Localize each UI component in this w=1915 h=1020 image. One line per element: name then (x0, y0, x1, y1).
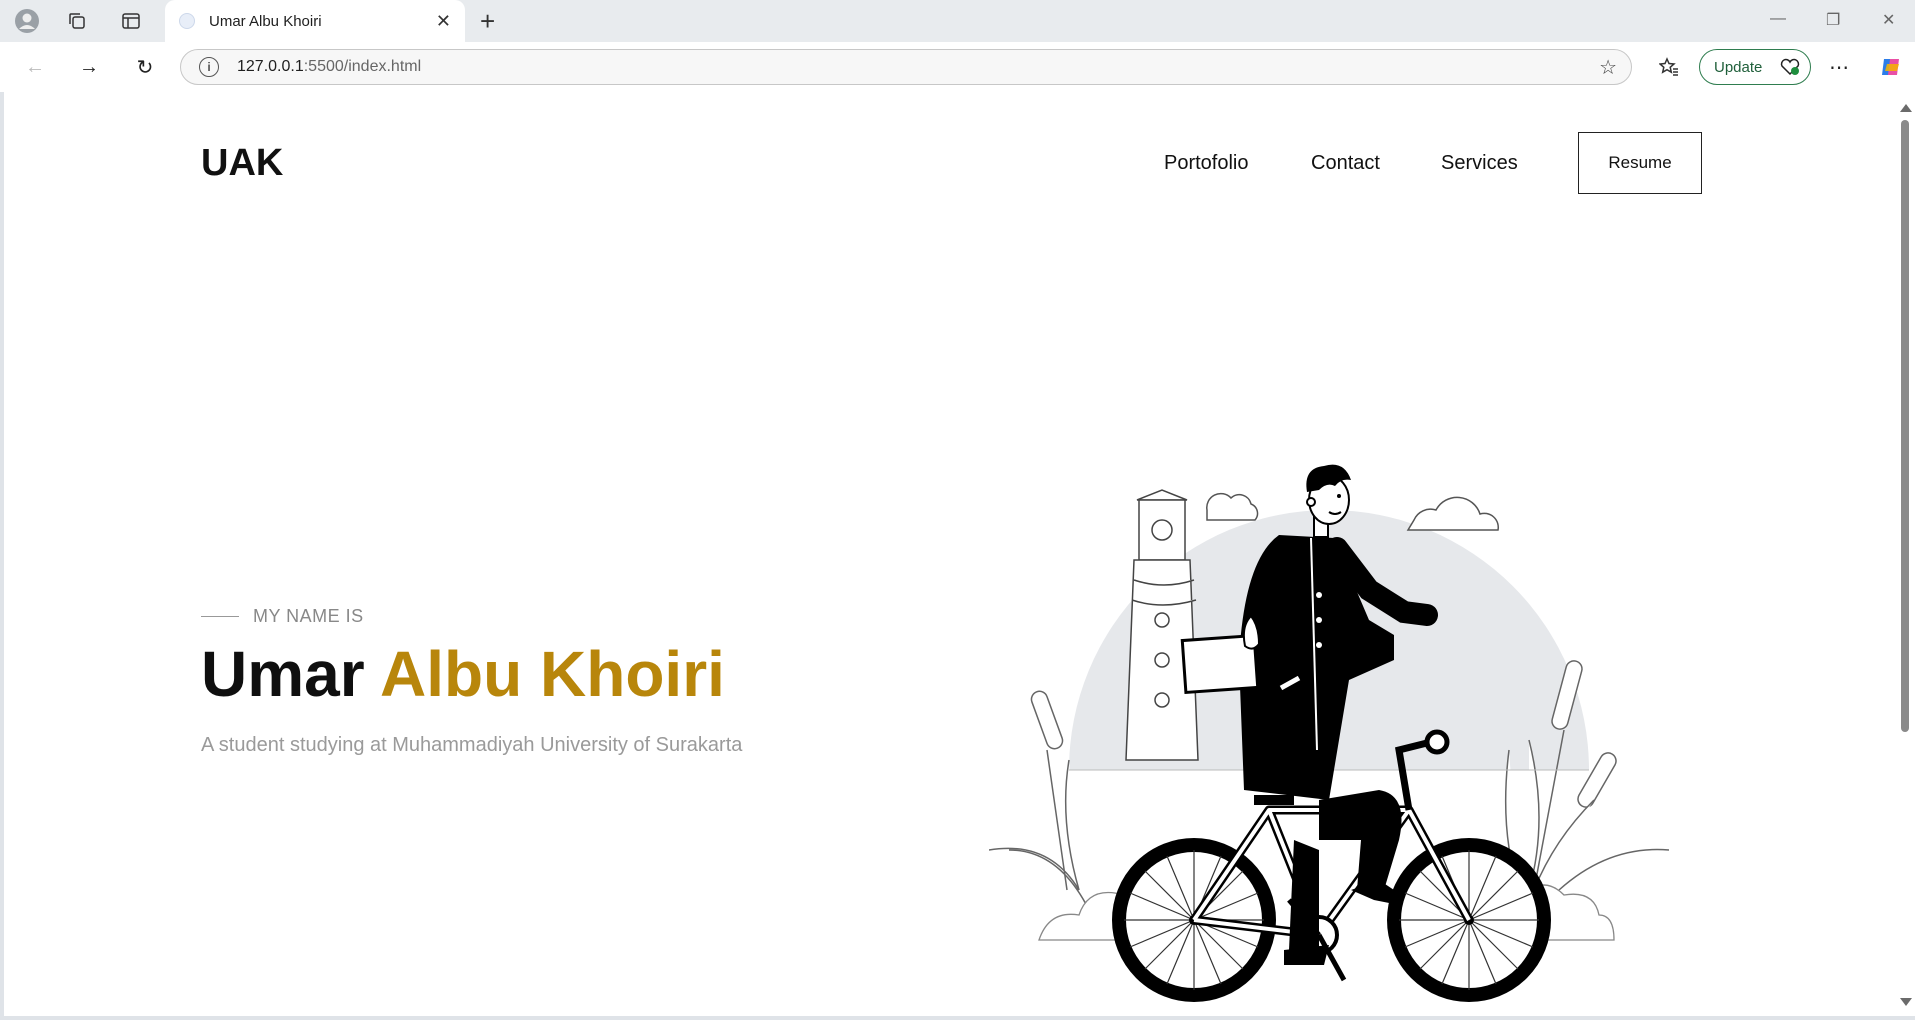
url-path: :5500/index.html (303, 58, 422, 75)
heart-update-icon (1780, 58, 1800, 76)
more-options-icon[interactable]: ⋯ (1824, 52, 1854, 82)
lighthouse-icon (1125, 489, 1199, 761)
browser-titlebar: Umar Albu Khoiri ✕ + — ❐ ✕ (0, 0, 1915, 42)
scroll-thumb[interactable] (1901, 120, 1909, 732)
copilot-icon[interactable] (1876, 52, 1906, 82)
kicker-divider (201, 616, 239, 617)
page-viewport: UAK Portofolio Contact Services Resume M… (4, 92, 1896, 1016)
hero-description: A student studying at Muhammadiyah Unive… (201, 734, 743, 756)
url-host: 127.0.0.1 (237, 58, 304, 75)
nav-link-contact[interactable]: Contact (1311, 152, 1380, 175)
update-button[interactable]: Update (1699, 49, 1811, 85)
hero-name: Umar Albu Khoiri (201, 637, 725, 711)
minimize-icon[interactable]: — (1770, 10, 1786, 28)
close-window-icon[interactable]: ✕ (1882, 10, 1895, 30)
refresh-icon[interactable]: ↻ (130, 52, 160, 82)
tab-actions-icon[interactable] (118, 8, 144, 34)
scroll-up-icon[interactable] (1900, 104, 1912, 112)
back-icon[interactable]: ← (20, 52, 50, 82)
update-label: Update (1714, 58, 1763, 76)
tab-active[interactable]: Umar Albu Khoiri ✕ (165, 0, 465, 42)
nav-link-services[interactable]: Services (1441, 152, 1518, 175)
forward-icon[interactable]: → (74, 52, 104, 82)
site-logo[interactable]: UAK (201, 142, 283, 185)
cyclist-illustration (989, 464, 1669, 1002)
hero-first-name: Umar (201, 638, 365, 710)
favorites-icon[interactable] (1654, 52, 1684, 82)
kicker-text: MY NAME IS (253, 606, 364, 626)
resume-button[interactable]: Resume (1578, 132, 1702, 194)
tab-title: Umar Albu Khoiri (209, 12, 322, 30)
tab-close-icon[interactable]: ✕ (436, 11, 451, 32)
hero-last-name: Albu Khoiri (380, 638, 725, 710)
site-info-icon[interactable]: i (199, 57, 219, 77)
profile-icon[interactable] (14, 8, 40, 34)
scroll-down-icon[interactable] (1900, 998, 1912, 1006)
browser-toolbar: ← → ↻ i 127.0.0.1:5500/index.html ☆ Upda… (0, 42, 1915, 92)
hero-kicker: MY NAME IS (201, 606, 364, 627)
page-scrollbar[interactable] (1896, 92, 1915, 1016)
tab-favicon-icon (179, 13, 195, 29)
restore-icon[interactable]: ❐ (1826, 10, 1840, 30)
workspaces-icon[interactable] (64, 8, 90, 34)
favorite-star-icon[interactable]: ☆ (1599, 55, 1617, 80)
new-tab-icon[interactable]: + (480, 6, 495, 37)
nav-link-portofolio[interactable]: Portofolio (1164, 152, 1249, 175)
address-bar[interactable]: i 127.0.0.1:5500/index.html ☆ (180, 49, 1632, 85)
